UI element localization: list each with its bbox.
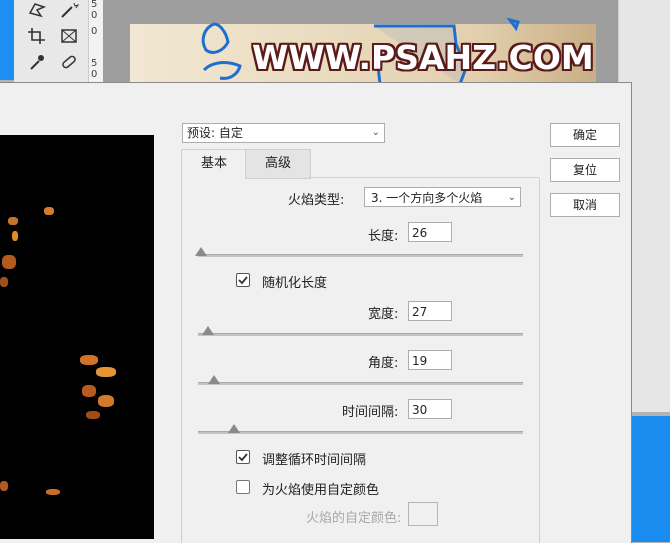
flame-spark [0,277,8,287]
flame-type-label: 火焰类型: [288,193,345,208]
magic-wand-tool-icon[interactable] [56,0,82,22]
width-slider[interactable] [198,326,523,336]
flame-type-select[interactable]: 3. 一个方向多个火焰 ⌄ [364,187,521,207]
watermark-text: WWW.PSAHZ.COM [252,38,594,77]
ruler-mark: 5 [91,0,98,10]
flame-spark [46,489,60,495]
randomize-length-checkbox[interactable] [236,273,250,287]
width-slider-thumb[interactable] [201,326,214,335]
interval-input[interactable]: 30 [408,399,452,419]
ok-button[interactable]: 确定 [550,123,620,147]
length-slider[interactable] [195,247,523,257]
frame-tool-icon[interactable] [56,24,82,48]
reset-button[interactable]: 复位 [550,158,620,182]
length-label: 长度: [368,229,399,244]
cancel-button[interactable]: 取消 [550,193,620,217]
flame-spark [44,207,54,215]
flame-spark [86,411,100,419]
ruler-mark: 5 [91,58,98,69]
tab-basic[interactable]: 基本 [181,149,247,178]
polygon-lasso-tool-icon[interactable] [24,0,50,22]
width-input[interactable]: 27 [408,301,452,321]
preset-label: 预设: 自定 [187,126,243,140]
flame-spark [2,255,16,269]
flame-preview [0,135,154,539]
length-input[interactable]: 26 [408,222,452,242]
adjust-loop-checkbox[interactable] [236,450,250,464]
flame-spark [8,217,18,225]
custom-color-checkbox[interactable] [236,480,250,494]
chevron-down-icon: ⌄ [507,192,516,203]
flame-spark [12,231,18,241]
width-label: 宽度: [368,307,399,322]
flame-color-swatch[interactable] [408,502,438,526]
randomize-length-label: 随机化长度 [262,276,328,291]
ruler-mark: 0 [91,10,98,21]
length-slider-thumb[interactable] [195,247,208,256]
interval-slider-thumb[interactable] [227,424,240,433]
custom-color-label: 为火焰使用自定颜色 [262,483,380,498]
ruler-mark: 0 [91,26,98,37]
chevron-down-icon: ⌄ [371,127,380,138]
checkmark-icon [238,453,248,462]
interval-slider[interactable] [198,424,523,434]
tab-advanced[interactable]: 高级 [245,149,311,179]
ruler-mark: 0 [91,69,98,80]
angle-slider[interactable] [198,375,523,385]
angle-input[interactable]: 19 [408,350,452,370]
interval-label: 时间间隔: [342,405,399,420]
flame-filter-dialog: 预设: 自定 ⌄ 确定 复位 取消 基本 高级 火焰类型: 3. 一个方向多个火… [0,82,632,543]
flame-type-value: 3. 一个方向多个火焰 [371,191,483,205]
adjust-loop-label: 调整循环时间间隔 [262,453,367,468]
tab-bar: 基本 高级 [181,149,539,179]
crop-tool-icon[interactable] [24,24,50,48]
healing-brush-tool-icon[interactable] [56,50,82,74]
workspace-blue-edge [0,0,14,80]
flame-color-label: 火焰的自定颜色: [306,511,402,526]
flame-spark [98,395,114,407]
angle-label: 角度: [368,356,399,371]
angle-slider-thumb[interactable] [208,375,221,384]
checkmark-icon [238,276,248,285]
flame-spark [0,481,8,491]
flame-spark [80,355,98,365]
right-panel-highlight [630,416,670,542]
flame-spark [96,367,116,377]
eyedropper-tool-icon[interactable] [24,50,50,74]
flame-spark [82,385,96,397]
vertical-ruler: 5 0 0 5 0 [88,0,103,82]
preset-dropdown[interactable]: 预设: 自定 ⌄ [182,123,385,143]
